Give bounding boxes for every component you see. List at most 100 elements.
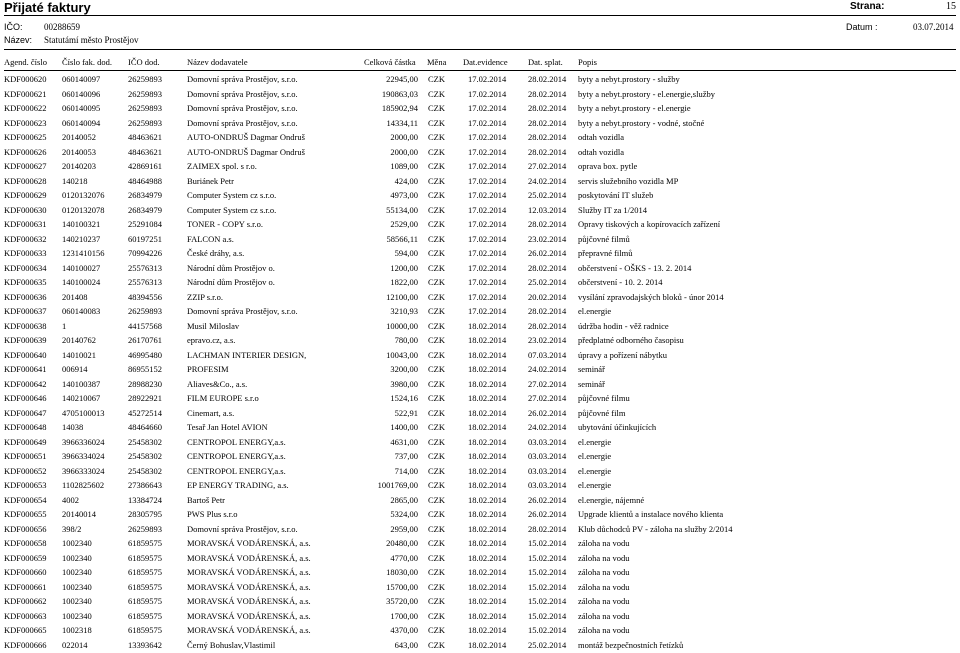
table-row: KDF000654 4002 13384724 Bartoš Petr 2865… (0, 494, 960, 509)
cell-cislo-fak: 140210067 (62, 393, 100, 403)
cell-mena: CZK (428, 132, 445, 142)
cell-ico-dod: 26259893 (128, 103, 162, 113)
cell-castka: 3980,00 (340, 379, 418, 389)
cell-popis: seminář (578, 364, 605, 374)
cell-popis: odtah vozidla (578, 147, 624, 157)
cell-popis: byty a nebyt.prostory - služby (578, 74, 680, 84)
cell-nazev-dod: PWS Plus s.r.o (187, 509, 238, 519)
cell-nazev-dod: Aliaves&Co., a.s. (187, 379, 247, 389)
cell-ico-dod: 25576313 (128, 263, 162, 273)
table-row: KDF000636 201408 48394556 ZZIP s.r.o. 12… (0, 291, 960, 306)
cell-ico-dod: 26259893 (128, 74, 162, 84)
cell-nazev-dod: Musil Miloslav (187, 321, 239, 331)
nazev-value: Statutámí město Prostějov (44, 35, 139, 45)
cell-cislo-fak: 060140083 (62, 306, 100, 316)
cell-cislo-fak: 060140094 (62, 118, 100, 128)
cell-popis: údržba hodin - věž radnice (578, 321, 669, 331)
cell-castka: 1001769,00 (340, 480, 418, 490)
cell-splat: 15.02.2014 (528, 596, 566, 606)
cell-cislo-fak: 20140762 (62, 335, 96, 345)
cell-cislo-fak: 022014 (62, 640, 88, 650)
cell-nazev-dod: TONER - COPY s.r.o. (187, 219, 263, 229)
cell-cislo-fak: 1102825602 (62, 480, 104, 490)
table-row: KDF000621 060140096 26259893 Domovní spr… (0, 88, 960, 103)
cell-cislo-fak: 0120132076 (62, 190, 105, 200)
cell-nazev-dod: MORAVSKÁ VODÁRENSKÁ, a.s. (187, 567, 311, 577)
cell-popis: půjčovné filmů (578, 234, 630, 244)
cell-popis: záloha na vodu (578, 538, 629, 548)
cell-agenda: KDF000665 (4, 625, 47, 635)
cell-popis: úpravy a pořízení nábytku (578, 350, 667, 360)
cell-splat: 24.02.2014 (528, 364, 566, 374)
cell-cislo-fak: 1002340 (62, 611, 92, 621)
table-row: KDF000661 1002340 61859575 MORAVSKÁ VODÁ… (0, 581, 960, 596)
cell-popis: el.energie (578, 466, 611, 476)
cell-mena: CZK (428, 147, 445, 157)
cell-nazev-dod: epravo.cz, a.s. (187, 335, 235, 345)
cell-ico-dod: 86955152 (128, 364, 162, 374)
cell-cislo-fak: 1002340 (62, 596, 92, 606)
cell-cislo-fak: 398/2 (62, 524, 81, 534)
cell-evidence: 18.02.2014 (468, 625, 506, 635)
cell-agenda: KDF000652 (4, 466, 47, 476)
cell-splat: 28.02.2014 (528, 74, 566, 84)
cell-mena: CZK (428, 364, 445, 374)
cell-popis: Upgrade klientů a instalace nového klien… (578, 509, 723, 519)
cell-splat: 28.02.2014 (528, 524, 566, 534)
cell-popis: oprava box. pytle (578, 161, 637, 171)
cell-ico-dod: 27386643 (128, 480, 162, 490)
cell-agenda: KDF000636 (4, 292, 47, 302)
cell-castka: 20480,00 (340, 538, 418, 548)
cell-mena: CZK (428, 524, 445, 534)
cell-popis: předplatné odborného časopisu (578, 335, 684, 345)
cell-ico-dod: 25458302 (128, 451, 162, 461)
table-row: KDF000655 20140014 28305795 PWS Plus s.r… (0, 508, 960, 523)
cell-ico-dod: 26259893 (128, 89, 162, 99)
cell-nazev-dod: ZAIMEX spol. s r.o. (187, 161, 257, 171)
cell-popis: vysílání zpravodajských bloků - únor 201… (578, 292, 724, 302)
cell-evidence: 18.02.2014 (468, 408, 506, 418)
cell-evidence: 18.02.2014 (468, 596, 506, 606)
cell-agenda: KDF000625 (4, 132, 47, 142)
cell-agenda: KDF000629 (4, 190, 47, 200)
cell-agenda: KDF000637 (4, 306, 47, 316)
invoice-table-body: KDF000620 060140097 26259893 Domovní spr… (0, 73, 960, 653)
column-header-evidence: Dat.evidence (463, 57, 508, 67)
cell-mena: CZK (428, 596, 445, 606)
cell-popis: záloha na vodu (578, 553, 629, 563)
cell-castka: 1200,00 (340, 263, 418, 273)
cell-ico-dod: 61859575 (128, 596, 162, 606)
cell-popis: poskytování IT služeb (578, 190, 653, 200)
cell-popis: byty a nebyt.prostory - el.energie (578, 103, 691, 113)
cell-cislo-fak: 1231410156 (62, 248, 105, 258)
column-header-cislo-fak: Číslo fak. dod. (62, 57, 112, 67)
table-row: KDF000656 398/2 26259893 Domovní správa … (0, 523, 960, 538)
table-row: KDF000648 14038 48464660 Tesař Jan Hotel… (0, 421, 960, 436)
cell-evidence: 18.02.2014 (468, 393, 506, 403)
column-header-agenda: Agend. číslo (4, 57, 47, 67)
cell-agenda: KDF000623 (4, 118, 47, 128)
cell-evidence: 17.02.2014 (468, 219, 506, 229)
cell-agenda: KDF000634 (4, 263, 47, 273)
cell-castka: 1700,00 (340, 611, 418, 621)
cell-popis: seminář (578, 379, 605, 389)
cell-agenda: KDF000647 (4, 408, 47, 418)
cell-agenda: KDF000646 (4, 393, 47, 403)
header-divider-bottom (4, 70, 956, 71)
cell-castka: 2000,00 (340, 132, 418, 142)
cell-castka: 58566,11 (340, 234, 418, 244)
cell-agenda: KDF000620 (4, 74, 47, 84)
cell-cislo-fak: 1002340 (62, 582, 92, 592)
cell-agenda: KDF000654 (4, 495, 47, 505)
cell-evidence: 18.02.2014 (468, 422, 506, 432)
cell-castka: 18030,00 (340, 567, 418, 577)
page-number-value: 15 (925, 1, 956, 12)
cell-agenda: KDF000638 (4, 321, 47, 331)
cell-evidence: 18.02.2014 (468, 335, 506, 345)
cell-castka: 1400,00 (340, 422, 418, 432)
cell-cislo-fak: 140100024 (62, 277, 100, 287)
table-row: KDF000651 3966334024 25458302 CENTROPOL … (0, 450, 960, 465)
cell-splat: 26.02.2014 (528, 248, 566, 258)
cell-mena: CZK (428, 422, 445, 432)
cell-splat: 15.02.2014 (528, 582, 566, 592)
